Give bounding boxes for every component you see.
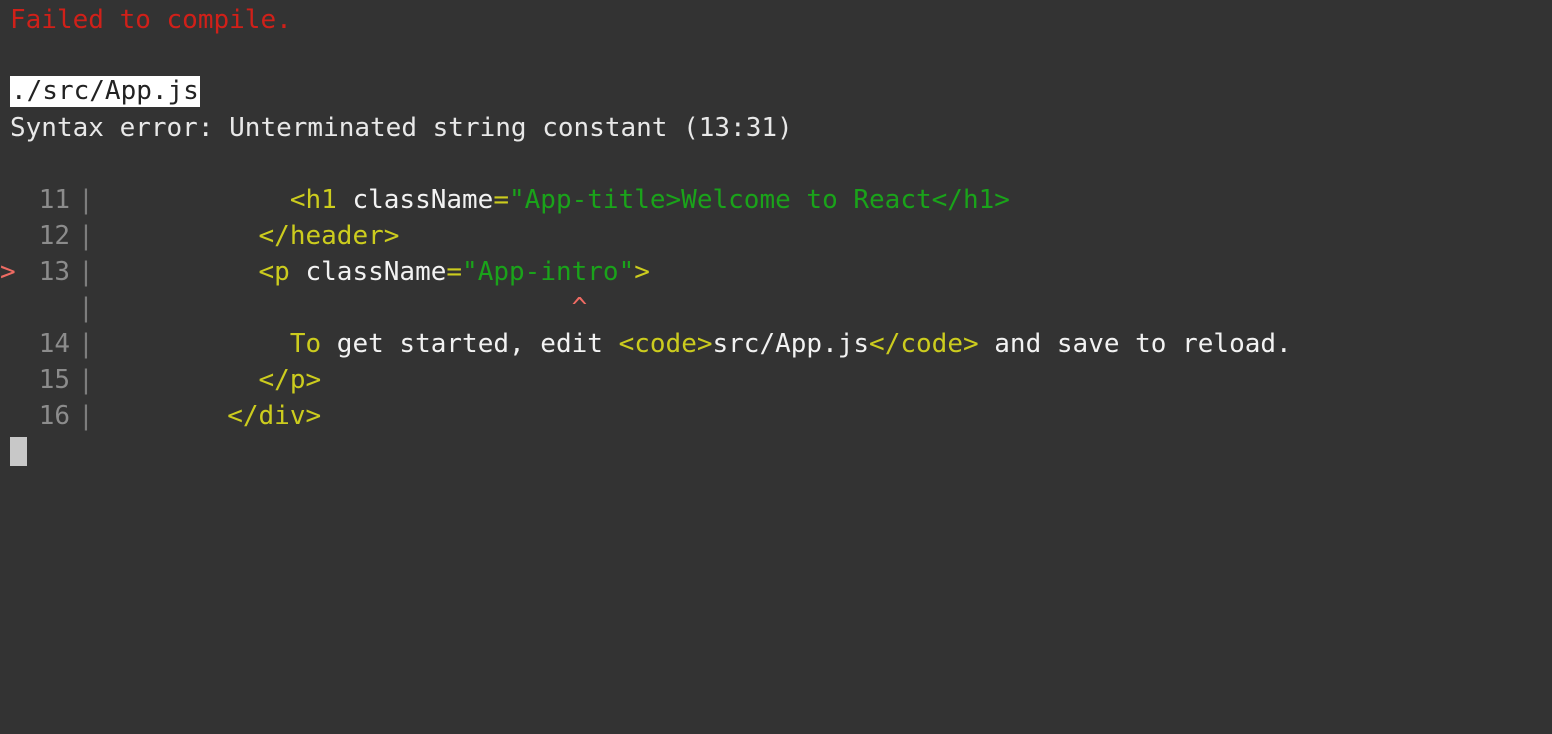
code-token-tag: </header>: [102, 221, 399, 251]
code-line-number: 11: [30, 182, 70, 218]
code-line-number: 13: [30, 254, 70, 290]
gutter-separator: |: [70, 290, 102, 326]
code-line-number: 15: [30, 362, 70, 398]
code-line-content: <h1 className="App-title>Welcome to Reac…: [102, 185, 1010, 215]
terminal-cursor: [10, 437, 27, 466]
code-line-content: <p className="App-intro">: [102, 257, 650, 287]
code-token-tag: To: [102, 329, 321, 359]
code-line-content: </p>: [102, 365, 321, 395]
code-token-tag: </code>: [869, 329, 979, 359]
code-token-tag: >: [634, 257, 650, 287]
error-line-marker: [0, 290, 30, 326]
code-frame-line: 12| </header>: [0, 218, 1292, 254]
code-token-text: get started, edit: [321, 329, 618, 359]
code-line-content: To get started, edit <code>src/App.js</c…: [102, 329, 1292, 359]
code-frame-line: 15| </p>: [0, 362, 1292, 398]
syntax-error-message: Syntax error: Unterminated string consta…: [10, 112, 793, 144]
failed-to-compile-headline: Failed to compile.: [10, 4, 292, 36]
gutter-separator: |: [70, 326, 102, 362]
error-line-marker: [0, 182, 30, 218]
code-token-str: "App-intro": [462, 257, 634, 287]
code-line-content: ^: [102, 293, 587, 323]
error-line-marker: [0, 362, 30, 398]
code-token-eq: =: [493, 185, 509, 215]
code-token-tag: </p>: [102, 365, 321, 395]
code-token-tag: <h1: [102, 185, 352, 215]
error-line-marker: >: [0, 254, 30, 290]
error-file-path-badge: ./src/App.js: [10, 76, 200, 107]
gutter-separator: |: [70, 362, 102, 398]
code-token-text: and save to reload.: [979, 329, 1292, 359]
code-token-str: "App-title>Welcome to React</h1>: [509, 185, 1010, 215]
code-line-number: 16: [30, 398, 70, 434]
error-line-marker: [0, 218, 30, 254]
code-line-number: 14: [30, 326, 70, 362]
code-token-text: src/App.js: [713, 329, 870, 359]
gutter-separator: |: [70, 398, 102, 434]
code-line-content: </header>: [102, 221, 399, 251]
code-token-attr: className: [352, 185, 493, 215]
code-token-attr: className: [306, 257, 447, 287]
code-token-caret: ^: [102, 293, 587, 323]
compile-error-overlay: Failed to compile. ./src/App.js Syntax e…: [0, 0, 1552, 734]
code-frame-line: 11| <h1 className="App-title>Welcome to …: [0, 182, 1292, 218]
code-line-number: 12: [30, 218, 70, 254]
code-token-tag: <code>: [619, 329, 713, 359]
code-frame-line: | ^: [0, 290, 1292, 326]
gutter-separator: |: [70, 254, 102, 290]
code-frame-line: 16| </div>: [0, 398, 1292, 434]
code-frame: 11| <h1 className="App-title>Welcome to …: [0, 182, 1292, 434]
code-token-tag: <p: [102, 257, 306, 287]
code-line-content: </div>: [102, 401, 321, 431]
code-frame-line: >13| <p className="App-intro">: [0, 254, 1292, 290]
gutter-separator: |: [70, 182, 102, 218]
code-frame-line: 14| To get started, edit <code>src/App.j…: [0, 326, 1292, 362]
code-token-tag: </div>: [102, 401, 321, 431]
error-line-marker: [0, 326, 30, 362]
code-token-eq: =: [446, 257, 462, 287]
error-line-marker: [0, 398, 30, 434]
gutter-separator: |: [70, 218, 102, 254]
